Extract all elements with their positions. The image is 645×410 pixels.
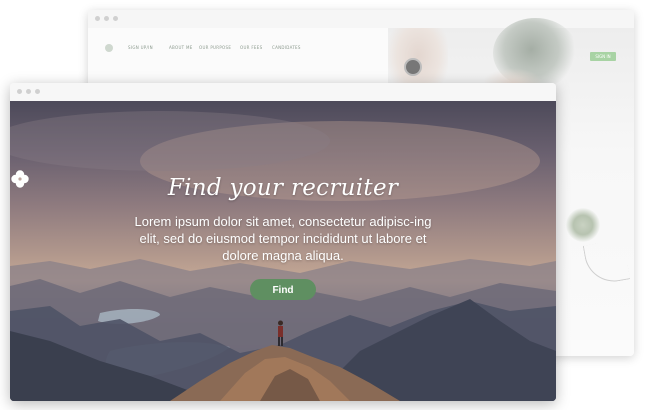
nav-item-fees[interactable]: OUR FEES bbox=[240, 45, 262, 50]
watch-image bbox=[404, 58, 422, 76]
window-controls bbox=[95, 16, 118, 21]
hero-description: Lorem ipsum dolor sit amet, consectetur … bbox=[134, 214, 432, 263]
nav-item-candidates[interactable]: CANDIDATES bbox=[272, 45, 301, 50]
browser-title-bar bbox=[10, 83, 556, 102]
logo-icon[interactable] bbox=[105, 44, 113, 52]
flower-image bbox=[566, 208, 600, 242]
find-button[interactable]: Find bbox=[250, 279, 316, 300]
window-controls bbox=[17, 89, 40, 94]
hero-content: Find your recruiter Lorem ipsum dolor si… bbox=[10, 169, 556, 300]
foreground-browser-window: Find your recruiter Lorem ipsum dolor si… bbox=[10, 83, 556, 401]
nav-item-purpose[interactable]: OUR PURPOSE bbox=[199, 45, 231, 50]
nav-item-signup[interactable]: SIGN UP/IN bbox=[128, 45, 153, 50]
window-dot-minimize[interactable] bbox=[26, 89, 31, 94]
window-dot-close[interactable] bbox=[17, 89, 22, 94]
window-dot-close[interactable] bbox=[95, 16, 100, 21]
nav-item-about[interactable]: ABOUT ME bbox=[169, 45, 193, 50]
window-dot-maximize[interactable] bbox=[113, 16, 118, 21]
window-dot-maximize[interactable] bbox=[35, 89, 40, 94]
hero-section: Find your recruiter Lorem ipsum dolor si… bbox=[10, 101, 556, 401]
hero-title: Find your recruiter bbox=[167, 175, 399, 201]
window-dot-minimize[interactable] bbox=[104, 16, 109, 21]
clover-icon bbox=[11, 170, 29, 188]
sign-in-button[interactable]: SIGN IN bbox=[590, 52, 616, 61]
